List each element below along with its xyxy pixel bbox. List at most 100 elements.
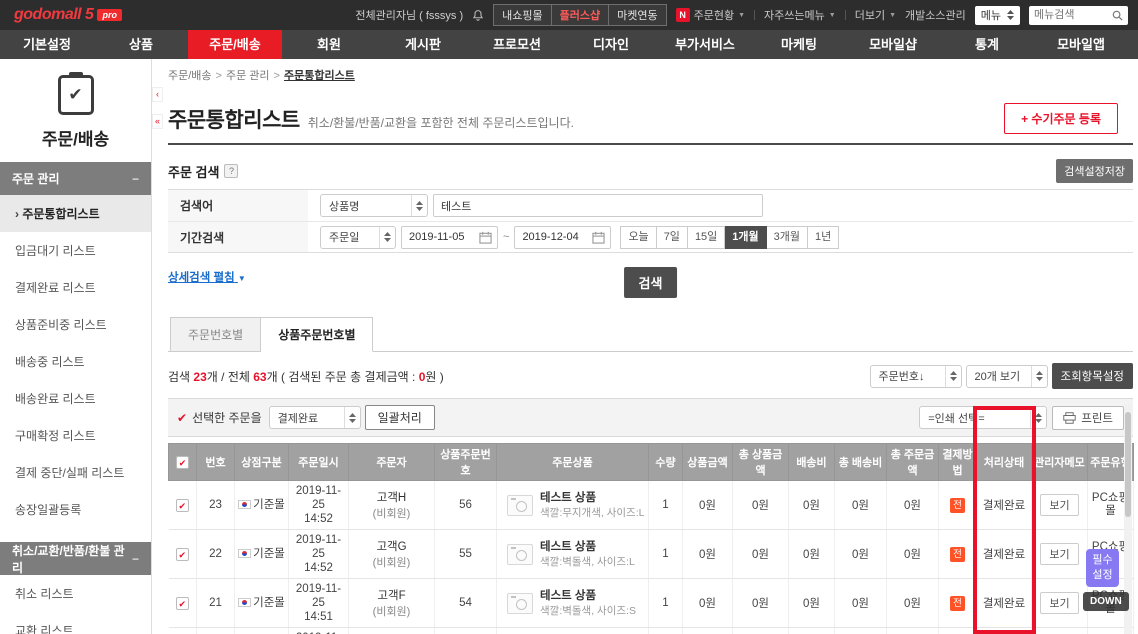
nav-item[interactable]: 게시판 — [376, 30, 470, 59]
memo-view-button[interactable]: 보기 — [1040, 592, 1079, 614]
cell-order-total: 0원 — [886, 480, 939, 530]
product-name[interactable]: 테스트 상품 — [540, 491, 644, 506]
cell-qty: 1 — [648, 627, 683, 634]
product-name[interactable]: 테스트 상품 — [540, 540, 635, 555]
topbar-shortcut-button[interactable]: 플러스샵 — [550, 5, 609, 25]
sidebar-section-header[interactable]: 주문 관리 − — [0, 162, 151, 195]
period-button[interactable]: 15일 — [687, 225, 726, 249]
sidebar-section-header[interactable]: 취소/교환/반품/환불 관리 − — [0, 542, 151, 575]
breadcrumb-item[interactable]: 주문 관리 > — [226, 70, 284, 82]
period-button[interactable]: 1년 — [808, 225, 840, 249]
favorite-menu[interactable]: 자주쓰는메뉴 ▼ — [764, 7, 836, 23]
korea-flag-icon — [238, 548, 252, 558]
sidebar-item[interactable]: 결제완료 리스트 — [0, 269, 151, 306]
tab[interactable]: 상품주문번호별 — [261, 317, 374, 352]
sidebar-section-title: 주문 관리 — [12, 172, 60, 186]
sidebar-item[interactable]: 송장일괄등록 — [0, 491, 151, 528]
sidebar-item[interactable]: 주문통합리스트 — [0, 195, 151, 232]
sidebar-collapse-icon[interactable]: ‹ — [152, 87, 163, 102]
product-thumbnail-icon[interactable] — [507, 543, 533, 565]
cell-status: 결제완료 — [976, 627, 1032, 634]
nav-item[interactable]: 주문/배송 — [188, 30, 282, 59]
row-checkbox[interactable]: ✔ — [175, 596, 189, 610]
tab[interactable]: 주문번호별 — [170, 317, 262, 352]
print-button[interactable]: 프린트 — [1052, 405, 1124, 430]
notification-bell-icon[interactable] — [472, 9, 484, 22]
sidebar-item[interactable]: 상품준비중 리스트 — [0, 306, 151, 343]
select-all-checkbox[interactable]: ✔ — [176, 455, 189, 469]
sidebar-item[interactable]: 입금대기 리스트 — [0, 232, 151, 269]
nav-item[interactable]: 회원 — [282, 30, 376, 59]
product-name[interactable]: 테스트 상품 — [540, 589, 636, 604]
customer-name[interactable]: 고객H — [351, 489, 432, 505]
memo-view-button[interactable]: 보기 — [1040, 543, 1079, 565]
order-status-menu[interactable]: N 주문현황 ▼ — [675, 7, 746, 23]
chevron-down-icon: ▼ — [738, 11, 746, 19]
product-thumbnail-icon[interactable] — [507, 494, 533, 516]
print-select[interactable]: =인쇄 선택= — [919, 406, 1048, 429]
period-type-select[interactable]: 주문일 — [320, 225, 396, 249]
logo[interactable]: godomall 5 pro — [14, 6, 122, 24]
detail-search-toggle[interactable]: 상세검색 펼침 ▼ — [168, 269, 246, 285]
add-manual-order-button[interactable]: + 수기주문 등록 — [1004, 103, 1118, 134]
date-to-input[interactable] — [515, 231, 588, 243]
date-from-input[interactable] — [402, 231, 474, 243]
period-button[interactable]: 오늘 — [620, 225, 657, 249]
row-checkbox[interactable]: ✔ — [175, 498, 189, 512]
breadcrumb-item[interactable]: 주문통합리스트> — [284, 70, 355, 82]
nav-item[interactable]: 모바일앱 — [1034, 30, 1128, 59]
check-icon: ✔ — [178, 598, 187, 609]
nav-item[interactable]: 통계 — [940, 30, 1034, 59]
keyword-input[interactable] — [433, 194, 763, 217]
scrollbar-thumb[interactable] — [1125, 412, 1131, 517]
sidebar-item[interactable]: 취소 리스트 — [0, 575, 151, 612]
nav-item[interactable]: 마케팅 — [752, 30, 846, 59]
search-icon[interactable] — [1112, 10, 1123, 21]
calendar-icon[interactable] — [587, 231, 610, 244]
dev-source-link[interactable]: 개발소스관리 — [905, 7, 966, 23]
calendar-icon[interactable] — [474, 231, 497, 244]
cell-customer: 고객E(비회원) — [348, 627, 435, 634]
bulk-apply-button[interactable]: 일괄처리 — [364, 405, 435, 430]
menu-select[interactable]: 메뉴 — [974, 5, 1020, 25]
menu-search-input[interactable] — [1034, 9, 1112, 21]
nav-item[interactable]: 기본설정 — [0, 30, 94, 59]
product-thumbnail-icon[interactable] — [507, 592, 533, 614]
sidebar-item[interactable]: 결제 중단/실패 리스트 — [0, 454, 151, 491]
period-button[interactable]: 3개월 — [766, 225, 809, 249]
nav-item[interactable]: 상품 — [94, 30, 188, 59]
column-settings-button[interactable]: 조회항목설정 — [1051, 363, 1133, 389]
sidebar-item[interactable]: 구매확정 리스트 — [0, 417, 151, 454]
sort-select[interactable]: 주문번호↓ — [869, 364, 962, 388]
customer-name[interactable]: 고객G — [351, 538, 432, 554]
sidebar-item[interactable]: 배송중 리스트 — [0, 343, 151, 380]
period-button[interactable]: 1개월 — [725, 225, 767, 249]
cell-payment: 전 — [938, 578, 977, 628]
memo-view-button[interactable]: 보기 — [1040, 494, 1079, 516]
help-icon[interactable]: ? — [224, 164, 239, 178]
save-search-settings-button[interactable]: 검색설정저장 — [1056, 159, 1133, 183]
cell-item-no: 56 — [434, 480, 497, 530]
cell-shipping-total: 0원 — [834, 480, 887, 530]
customer-name[interactable]: 고객F — [351, 587, 432, 603]
keyword-type-select[interactable]: 상품명 — [320, 194, 428, 217]
sidebar-item[interactable]: 배송완료 리스트 — [0, 380, 151, 417]
payment-method-badge: 전 — [950, 595, 965, 611]
topbar-shortcut-button[interactable]: 마켓연동 — [608, 5, 666, 25]
nav-item[interactable]: 부가서비스 — [658, 30, 752, 59]
nav-item[interactable]: 모바일샵 — [846, 30, 940, 59]
page-size-select[interactable]: 20개 보기 — [965, 364, 1048, 388]
scroll-down-button[interactable]: DOWN — [1083, 592, 1129, 611]
period-button[interactable]: 7일 — [656, 225, 688, 249]
topbar-shortcut-button[interactable]: 내쇼핑몰 — [494, 5, 551, 25]
more-menu[interactable]: 더보기 ▼ — [855, 7, 896, 23]
row-checkbox[interactable]: ✔ — [175, 547, 189, 561]
required-settings-button[interactable]: 필수 설정 — [1086, 549, 1119, 587]
nav-item[interactable]: 프로모션 — [470, 30, 564, 59]
bulk-status-select[interactable]: 결제완료 — [268, 406, 361, 429]
sidebar-item[interactable]: 교환 리스트 — [0, 612, 151, 634]
breadcrumb-item[interactable]: 주문/배송 > — [168, 70, 226, 82]
nav-item[interactable]: 디자인 — [564, 30, 658, 59]
sidebar-collapse-all-icon[interactable]: « — [152, 114, 163, 129]
search-button[interactable]: 검색 — [623, 267, 678, 298]
